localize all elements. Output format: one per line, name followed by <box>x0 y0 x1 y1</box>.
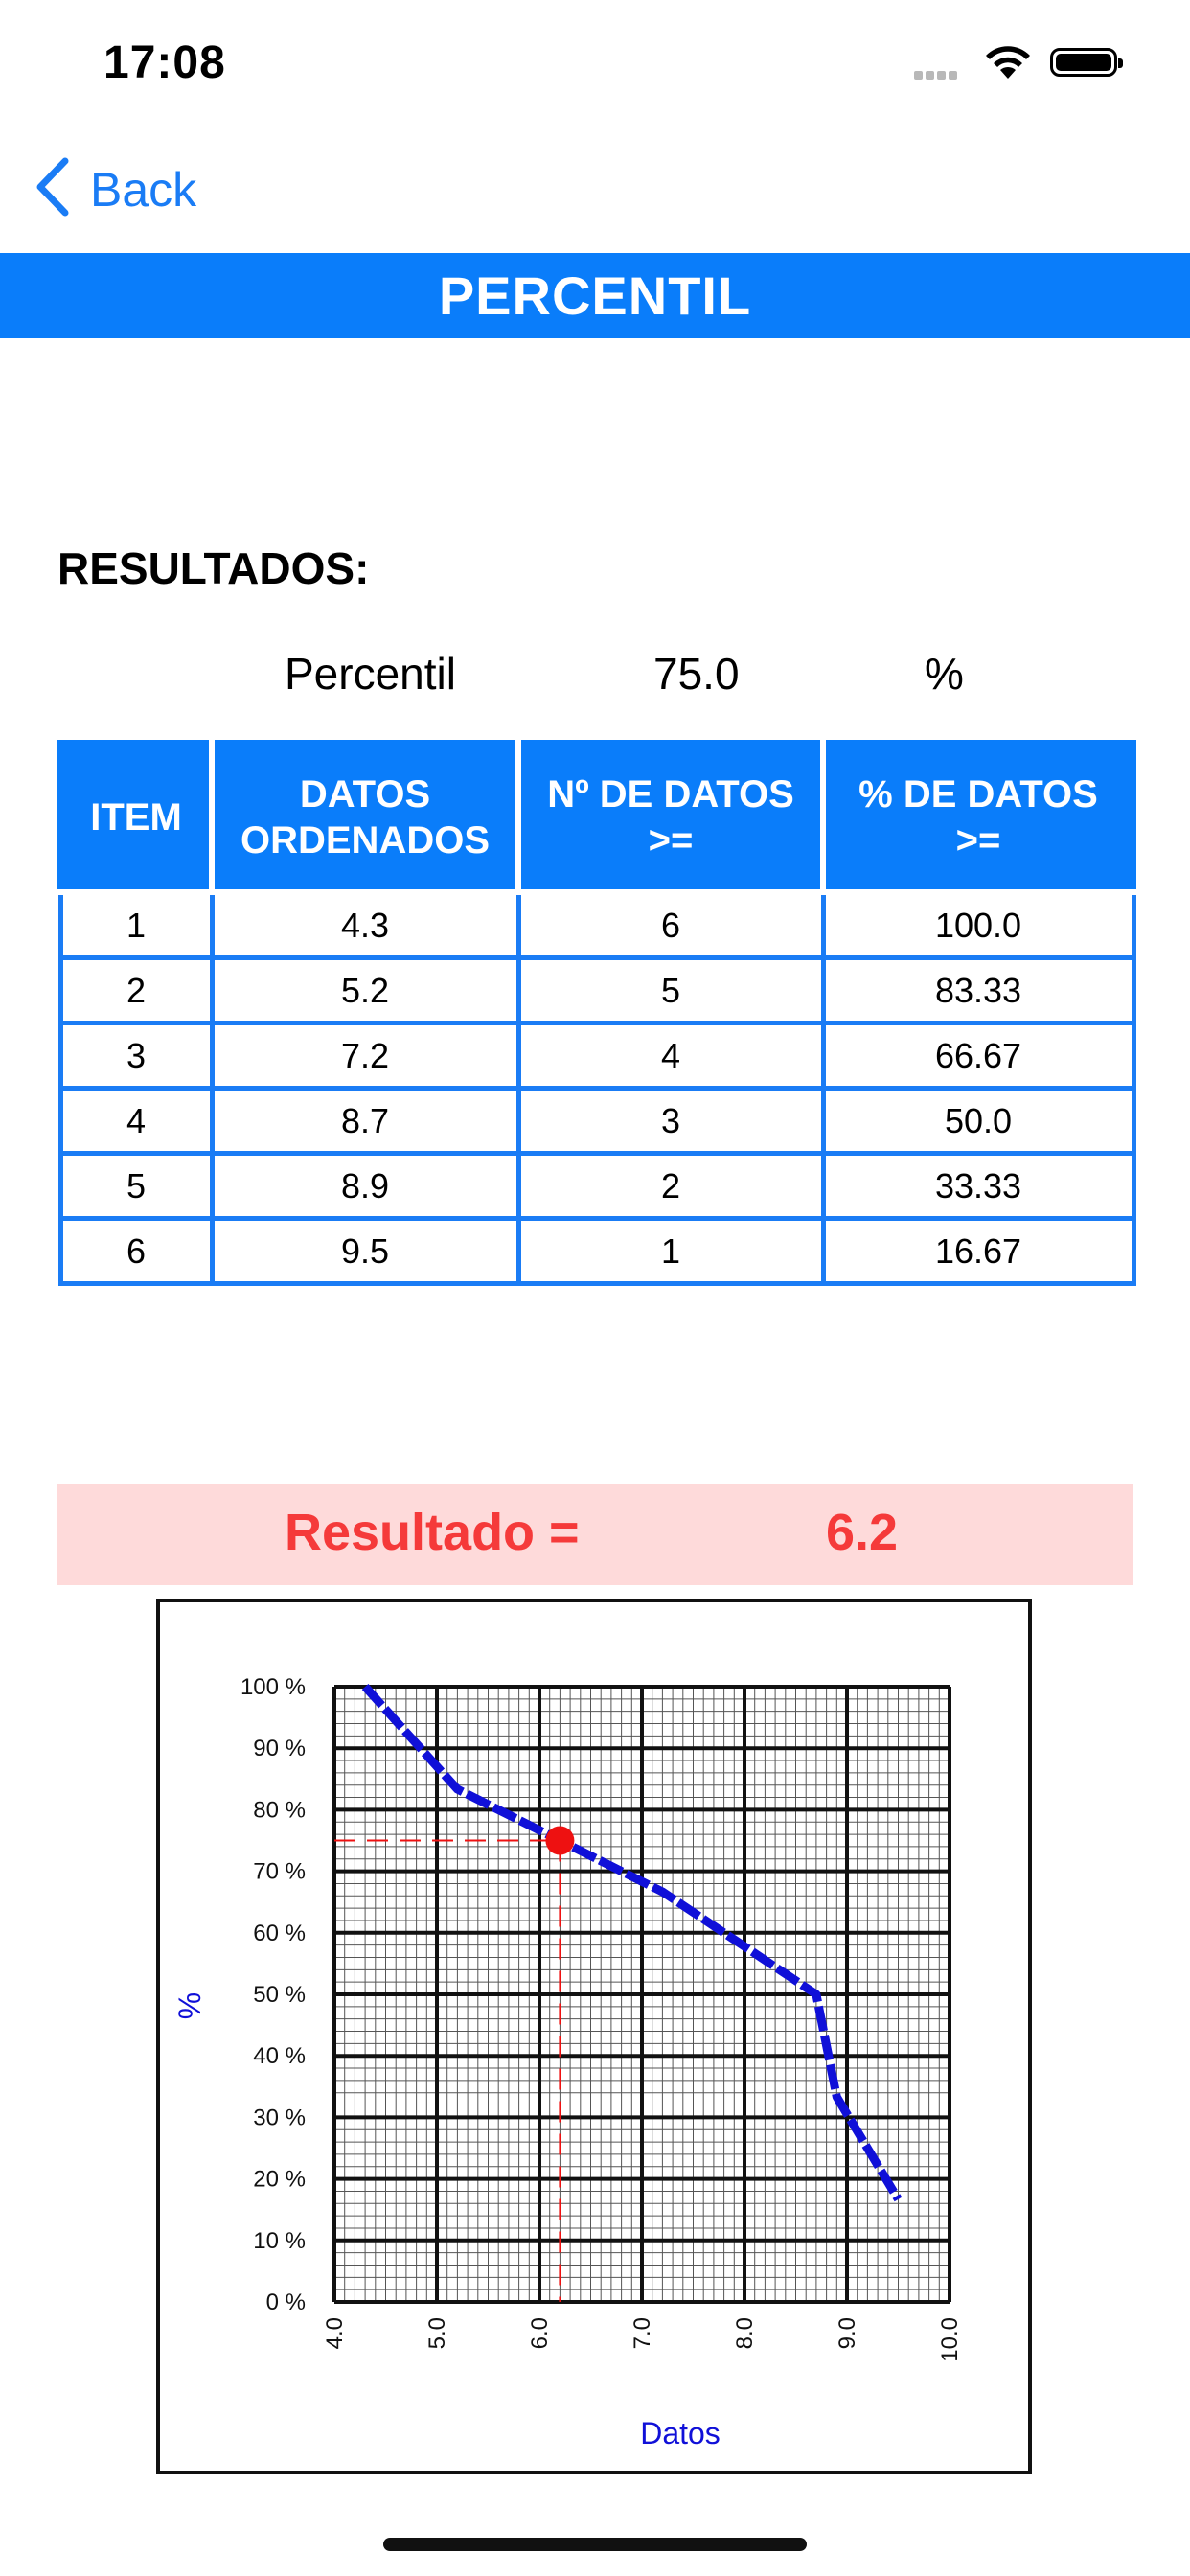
status-time: 17:08 <box>103 37 226 88</box>
column-header-text: % DE DATOS >= <box>858 773 1098 862</box>
table-cell: 6 <box>515 889 826 960</box>
y-tick-label: 60 % <box>253 1920 306 1946</box>
percentile-chart: 0 % 10 % 20 % 30 % 40 % 50 % 60 % 70 % 80 % 90 % 1… <box>156 1598 1032 2474</box>
x-tick-label: 9.0 <box>835 2317 860 2349</box>
header-bar: PERCENTIL <box>0 253 1190 338</box>
percentile-unit: % <box>925 649 964 699</box>
table-row: 4 8.7 3 50.0 <box>57 1086 1136 1156</box>
table-row: 6 9.5 1 16.67 <box>57 1216 1136 1286</box>
page-title: PERCENTIL <box>438 265 752 326</box>
table-cell: 5 <box>57 1151 215 1221</box>
chart-svg: 0 % 10 % 20 % 30 % 40 % 50 % 60 % 70 % 80 % 90 % 1… <box>172 1674 963 2450</box>
x-tick-label: 8.0 <box>732 2317 758 2349</box>
table-cell: 3 <box>515 1086 826 1156</box>
table-cell: 16.67 <box>820 1216 1136 1286</box>
result-label: Resultado = <box>285 1504 580 1561</box>
table-cell: 8.7 <box>209 1086 521 1156</box>
y-tick-label: 0 % <box>266 2289 306 2315</box>
column-header-num-datos: Nº DE DATOS >= <box>515 740 826 895</box>
table-header-row: ITEM DATOS ORDENADOS Nº DE DATOS >= % DE… <box>57 740 1136 895</box>
back-label: Back <box>90 162 197 217</box>
table-row: 5 8.9 2 33.33 <box>57 1151 1136 1221</box>
table-cell: 1 <box>515 1216 826 1286</box>
results-heading: RESULTADOS: <box>57 543 370 593</box>
x-tick-label: 6.0 <box>527 2317 553 2349</box>
result-value: 6.2 <box>826 1504 899 1561</box>
table-cell: 83.33 <box>820 955 1136 1025</box>
table-cell: 4 <box>57 1086 215 1156</box>
result-banner <box>57 1484 1133 1585</box>
y-tick-label: 80 % <box>253 1797 306 1823</box>
table-cell: 2 <box>515 1151 826 1221</box>
cellular-signal-icon <box>914 67 960 84</box>
percentile-label: Percentil <box>285 649 456 699</box>
y-tick-label: 10 % <box>253 2228 306 2254</box>
y-tick-label: 50 % <box>253 1982 306 2008</box>
table-cell: 33.33 <box>820 1151 1136 1221</box>
table-row: 2 5.2 5 83.33 <box>57 955 1136 1025</box>
x-tick-label: 10.0 <box>937 2317 963 2362</box>
table-cell: 3 <box>57 1021 215 1091</box>
column-header-text: DATOS ORDENADOS <box>240 773 491 862</box>
table-cell: 5.2 <box>209 955 521 1025</box>
table-cell: 2 <box>57 955 215 1025</box>
table-row: 1 4.3 6 100.0 <box>57 889 1136 960</box>
y-axis-label: % <box>172 1992 207 2019</box>
y-tick-label: 100 % <box>240 1674 306 1700</box>
table-cell: 66.67 <box>820 1021 1136 1091</box>
x-axis-label: Datos <box>640 2416 721 2450</box>
table-row: 3 7.2 4 66.67 <box>57 1021 1136 1091</box>
table-cell: 7.2 <box>209 1021 521 1091</box>
table-cell: 4.3 <box>209 889 521 960</box>
table-cell: 100.0 <box>820 889 1136 960</box>
battery-icon <box>1050 48 1123 77</box>
results-table: ITEM DATOS ORDENADOS Nº DE DATOS >= % DE… <box>57 740 1136 1286</box>
x-tick-label: 7.0 <box>629 2317 655 2349</box>
home-indicator <box>383 2538 807 2551</box>
chevron-left-icon <box>34 157 71 221</box>
y-tick-label: 40 % <box>253 2043 306 2069</box>
table-cell: 50.0 <box>820 1086 1136 1156</box>
x-tick-label: 4.0 <box>322 2317 348 2349</box>
column-header-datos-ordenados: DATOS ORDENADOS <box>209 740 521 895</box>
y-tick-label: 30 % <box>253 2104 306 2130</box>
back-button[interactable]: Back <box>34 157 196 221</box>
table-cell: 9.5 <box>209 1216 521 1286</box>
table-cell: 1 <box>57 889 215 960</box>
y-tick-label: 70 % <box>253 1859 306 1885</box>
y-tick-label: 90 % <box>253 1736 306 1761</box>
column-header-text: Nº DE DATOS >= <box>547 773 794 862</box>
wifi-icon <box>983 44 1033 85</box>
table-cell: 5 <box>515 955 826 1025</box>
y-tick-label: 20 % <box>253 2167 306 2193</box>
table-cell: 8.9 <box>209 1151 521 1221</box>
column-header-pct-datos: % DE DATOS >= <box>820 740 1136 895</box>
table-cell: 4 <box>515 1021 826 1091</box>
result-marker <box>545 1826 575 1855</box>
column-header-item: ITEM <box>57 740 215 895</box>
table-cell: 6 <box>57 1216 215 1286</box>
percentile-value: 75.0 <box>653 649 740 699</box>
x-tick-label: 5.0 <box>424 2317 450 2349</box>
